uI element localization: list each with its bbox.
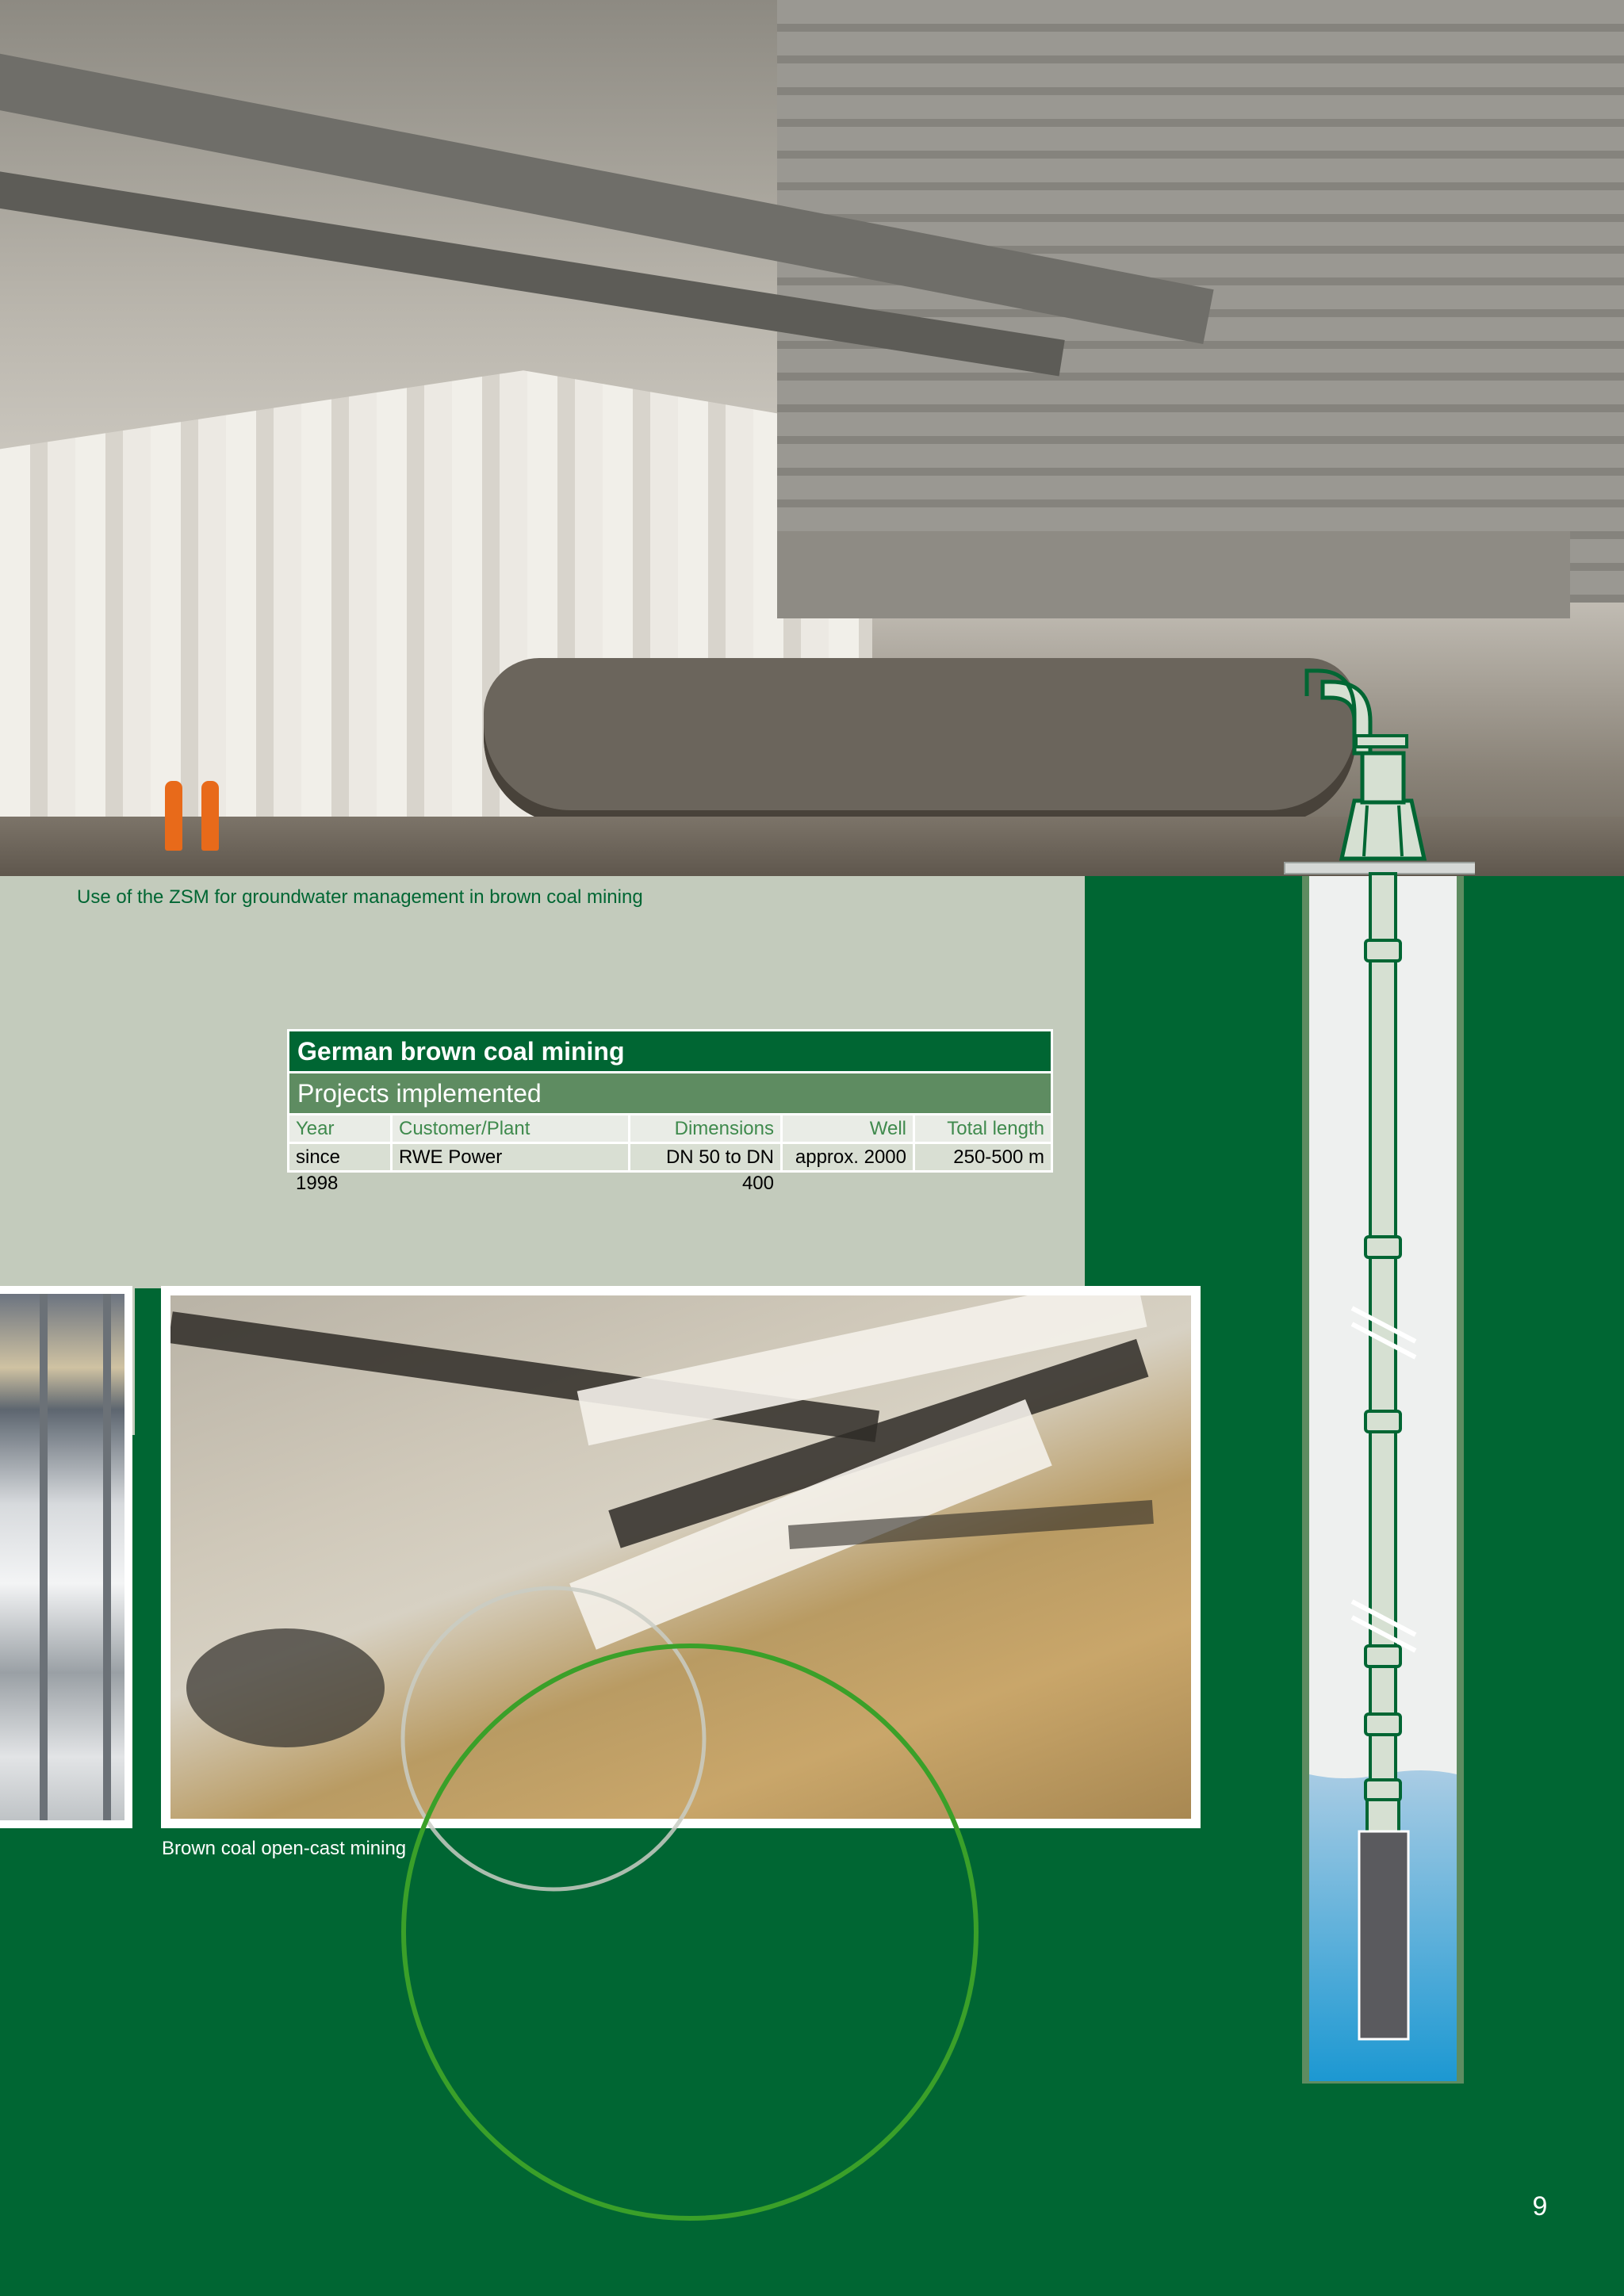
column-header-total-length: Total length: [915, 1115, 1051, 1142]
cell-well: approx. 2000: [783, 1144, 915, 1170]
open-cast-mine-image: [170, 1295, 1191, 1819]
riser-pipe: [1369, 872, 1397, 1827]
pipe-seam: [40, 1294, 48, 1820]
table-row: since 1998 RWE Power DN 50 to DN 400 app…: [289, 1144, 1051, 1194]
projects-table: German brown coal mining Projects implem…: [287, 1029, 1053, 1194]
photo-caption-bottom: Brown coal open-cast mining: [162, 1838, 407, 1859]
page-number: 9: [1532, 2191, 1548, 2221]
well-diagram: [1284, 668, 1475, 2084]
table-subtitle: Projects implemented: [289, 1073, 1051, 1113]
table-header-row: Year Customer/Plant Dimensions Well Tota…: [289, 1115, 1051, 1142]
excavator-deck: [777, 531, 1570, 618]
cell-year: since 1998: [289, 1144, 393, 1194]
photo-caption-top: Use of the ZSM for groundwater managemen…: [77, 886, 643, 908]
cell-total-length: 250-500 m: [915, 1144, 1051, 1170]
pipe-photo: [0, 1286, 132, 1828]
open-cast-mine-photo: [161, 1286, 1201, 1828]
column-header-customer: Customer/Plant: [393, 1115, 630, 1142]
column-header-dimensions: Dimensions: [630, 1115, 783, 1142]
column-header-year: Year: [289, 1115, 393, 1142]
column-header-well: Well: [783, 1115, 915, 1142]
submersible-motor: [1358, 1830, 1410, 2041]
well-head-plate: [1284, 862, 1475, 874]
worker-figure: [165, 781, 182, 851]
pipe-seam: [103, 1294, 111, 1820]
pit: [186, 1628, 385, 1747]
pump-head: [1339, 798, 1427, 861]
table-title: German brown coal mining: [289, 1031, 1051, 1071]
cell-customer: RWE Power: [393, 1144, 630, 1170]
worker-figure: [201, 781, 219, 851]
cell-dimensions: DN 50 to DN 400: [630, 1144, 783, 1194]
crawler-track: [484, 658, 1356, 825]
